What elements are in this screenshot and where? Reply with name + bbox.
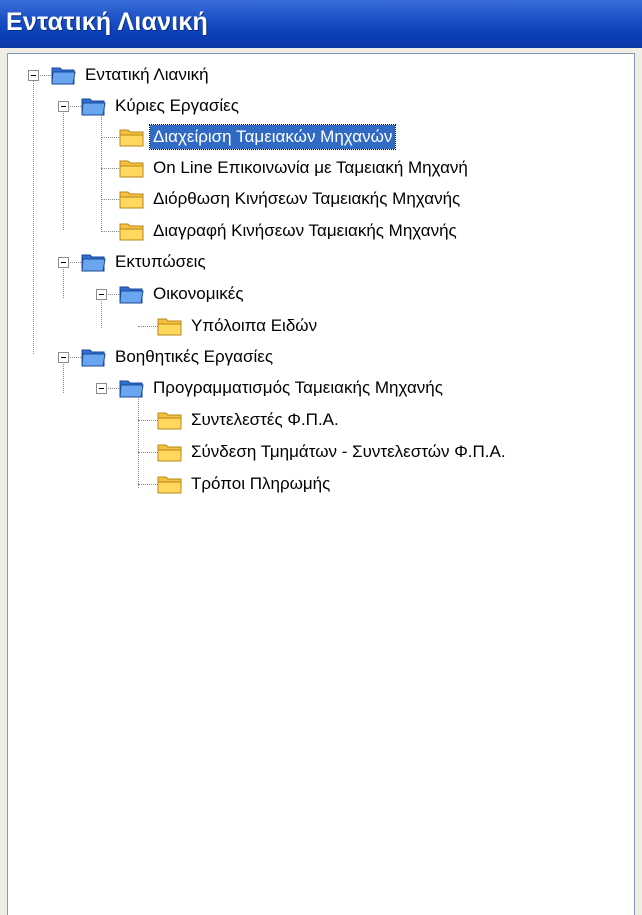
tree-line	[101, 110, 102, 230]
tree-node-label: Συντελεστές Φ.Π.Α.	[191, 410, 339, 429]
folder-icon	[118, 219, 146, 243]
tree-node-label: Οικονομικές	[153, 284, 244, 303]
title-bar: Εντατική Λιανική	[0, 0, 642, 48]
tree-panel[interactable]: Εντατική Λιανική Κύριες Εργασίες Διαχείρ…	[7, 53, 635, 915]
folder-open-icon	[118, 282, 146, 306]
tree-node-root[interactable]: Εντατική Λιανική	[50, 59, 212, 91]
tree-item-link-departments-vat[interactable]: Σύνδεση Τμημάτων - Συντελεστών Φ.Π.Α.	[156, 436, 509, 468]
window-title: Εντατική Λιανική	[6, 8, 208, 36]
collapse-toggle-main[interactable]	[58, 101, 69, 112]
folder-open-icon	[118, 376, 146, 400]
tree-line	[101, 298, 102, 328]
tree-node-label: Υπόλοιπα Ειδών	[191, 316, 318, 335]
folder-icon	[156, 472, 184, 496]
folder-icon	[118, 156, 146, 180]
tree-line	[63, 110, 64, 230]
tree-node-label: Τρόποι Πληρωμής	[191, 474, 331, 493]
tree-line	[63, 266, 64, 298]
tree-item-correct-movements[interactable]: Διόρθωση Κινήσεων Ταμειακής Μηχανής	[118, 183, 463, 215]
collapse-toggle-prints[interactable]	[58, 257, 69, 268]
collapse-toggle-programming[interactable]	[96, 383, 107, 394]
folder-icon	[118, 125, 146, 149]
tree-node-label: Σύνδεση Τμημάτων - Συντελεστών Φ.Π.Α.	[191, 442, 506, 461]
folder-icon	[118, 187, 146, 211]
tree-node-programming[interactable]: Προγραμματισμός Ταμειακής Μηχανής	[118, 372, 446, 404]
tree-line	[138, 392, 139, 488]
tree-item-stock-balances[interactable]: Υπόλοιπα Ειδών	[156, 310, 320, 342]
tree-item-payment-methods[interactable]: Τρόποι Πληρωμής	[156, 468, 333, 500]
tree-view[interactable]: Εντατική Λιανική Κύριες Εργασίες Διαχείρ…	[8, 54, 634, 915]
collapse-toggle-financial[interactable]	[96, 289, 107, 300]
folder-open-icon	[50, 63, 78, 87]
tree-item-vat-rates[interactable]: Συντελεστές Φ.Π.Α.	[156, 404, 342, 436]
tree-node-main-tasks[interactable]: Κύριες Εργασίες	[80, 90, 242, 122]
tree-node-label: On Line Επικοινωνία με Ταμειακή Μηχανή	[153, 158, 468, 177]
folder-open-icon	[80, 94, 108, 118]
folder-open-icon	[80, 345, 108, 369]
folder-icon	[156, 314, 184, 338]
tree-node-label: Διόρθωση Κινήσεων Ταμειακής Μηχανής	[153, 189, 461, 208]
tree-line	[63, 361, 64, 393]
folder-icon	[156, 408, 184, 432]
tree-node-label: Διαγραφή Κινήσεων Ταμειακής Μηχανής	[153, 221, 457, 240]
tree-item-delete-movements[interactable]: Διαγραφή Κινήσεων Ταμειακής Μηχανής	[118, 215, 460, 247]
tree-item-manage-registers[interactable]: Διαχείριση Ταμειακών Μηχανών	[118, 121, 397, 153]
tree-node-prints[interactable]: Εκτυπώσεις	[80, 246, 209, 278]
tree-node-financial[interactable]: Οικονομικές	[118, 278, 247, 310]
collapse-toggle-aux[interactable]	[58, 352, 69, 363]
tree-node-aux-tasks[interactable]: Βοηθητικές Εργασίες	[80, 341, 276, 373]
tree-node-label: Εκτυπώσεις	[115, 252, 206, 271]
collapse-toggle-root[interactable]	[28, 70, 39, 81]
folder-icon	[156, 440, 184, 464]
tree-node-label: Διαχείριση Ταμειακών Μηχανών	[148, 124, 397, 150]
folder-open-icon	[80, 250, 108, 274]
tree-item-online-communication[interactable]: On Line Επικοινωνία με Ταμειακή Μηχανή	[118, 152, 471, 184]
tree-line	[33, 79, 34, 354]
tree-node-label: Βοηθητικές Εργασίες	[115, 347, 274, 366]
tree-node-label: Κύριες Εργασίες	[115, 96, 239, 115]
tree-node-label: Προγραμματισμός Ταμειακής Μηχανής	[153, 378, 443, 397]
tree-node-label: Εντατική Λιανική	[85, 65, 209, 84]
